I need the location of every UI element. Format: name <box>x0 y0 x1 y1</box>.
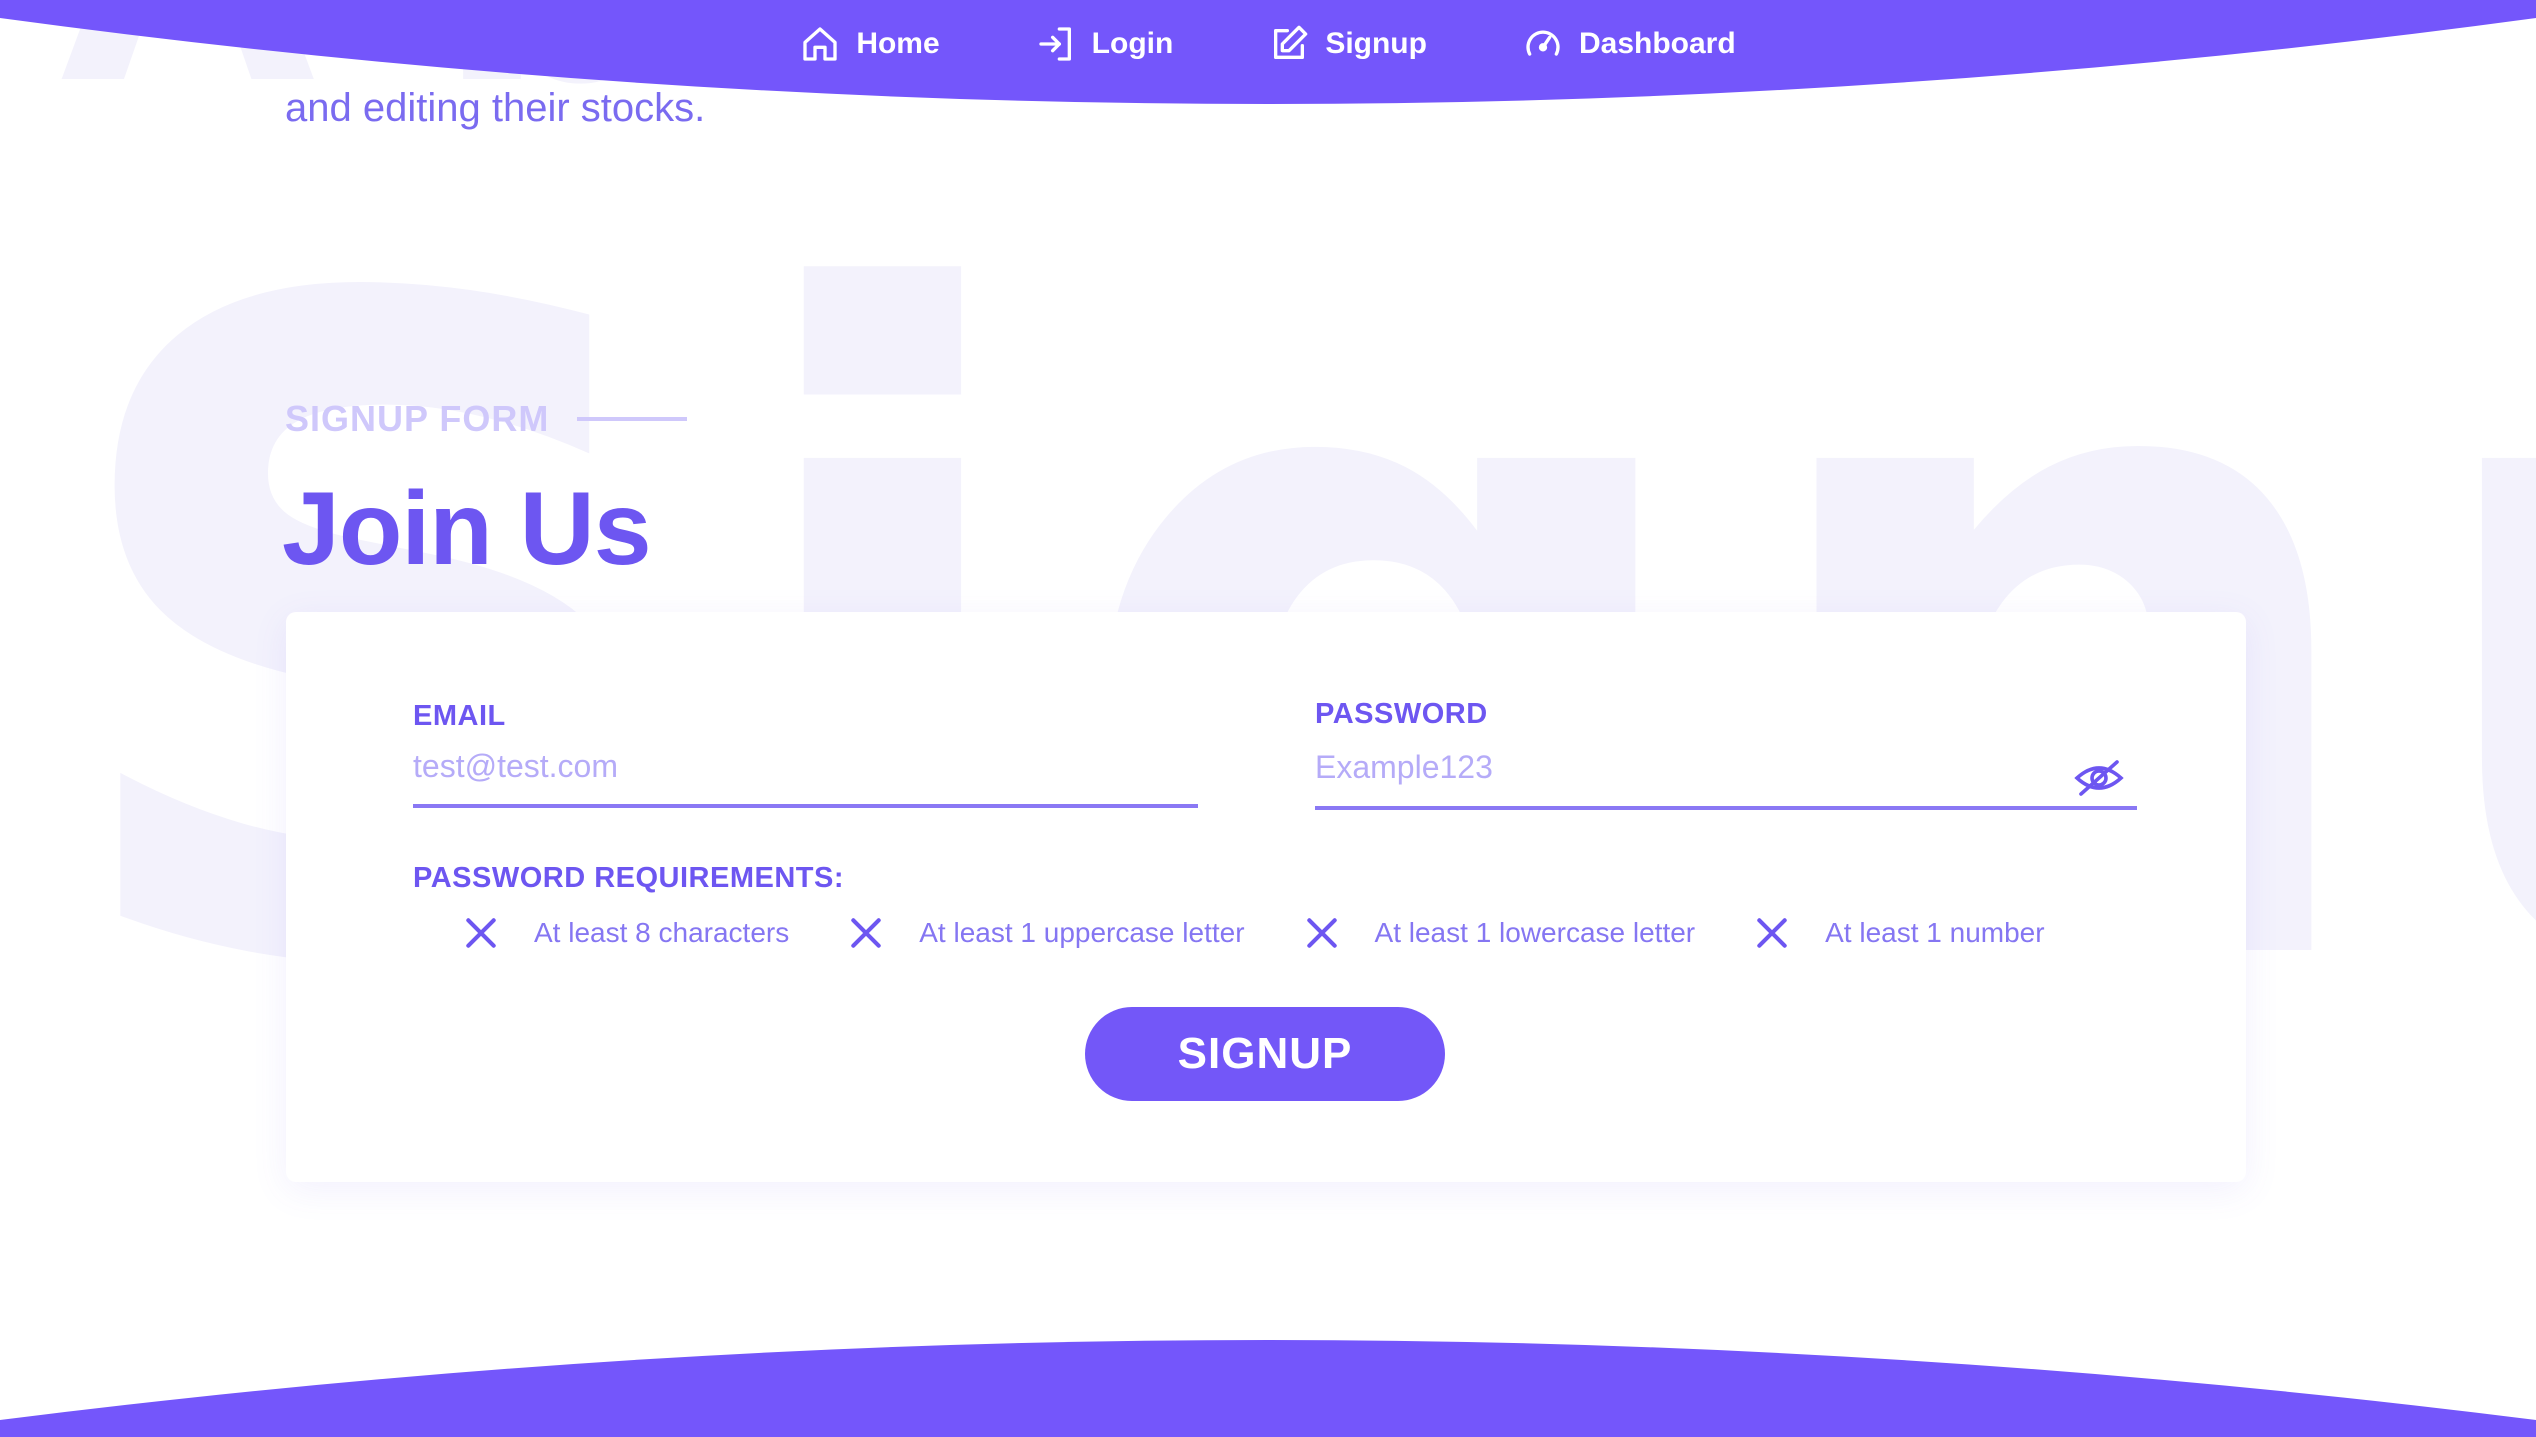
requirement-item: At least 1 lowercase letter <box>1303 914 1696 952</box>
password-requirements-list: At least 8 characters At least 1 upperca… <box>462 914 2045 952</box>
section-eyebrow: SIGNUP FORM <box>285 398 688 440</box>
signup-form-card: EMAIL PASSWORD PASSWORD REQUIREMENTS: At… <box>286 612 2246 1182</box>
intro-text: and editing their stocks. <box>285 86 706 130</box>
password-field[interactable] <box>1315 744 2137 810</box>
password-label: PASSWORD <box>1315 698 1488 730</box>
nav-item-login[interactable]: Login <box>1036 24 1174 64</box>
nav-item-home[interactable]: Home <box>800 24 940 64</box>
signup-button[interactable]: SIGNUP <box>1085 1007 1445 1101</box>
page-title: Join Us <box>282 471 652 587</box>
speedometer-icon <box>1526 30 1560 56</box>
bottom-band <box>0 1340 2536 1437</box>
eyebrow-text: SIGNUP FORM <box>285 398 550 439</box>
requirement-text: At least 1 lowercase letter <box>1374 917 1696 948</box>
email-label: EMAIL <box>413 700 506 732</box>
requirement-text: At least 8 characters <box>534 917 790 948</box>
x-icon <box>1306 918 1337 948</box>
login-icon <box>1039 27 1071 61</box>
edit-icon <box>1274 25 1308 59</box>
page: About Signup Home Login Signup <box>0 0 2536 1437</box>
requirement-text: At least 1 uppercase letter <box>919 917 1245 948</box>
eye-slash-icon[interactable] <box>2071 750 2127 806</box>
requirement-text: At least 1 number <box>1825 917 2045 948</box>
password-requirements-label: PASSWORD REQUIREMENTS: <box>413 862 844 894</box>
x-icon <box>466 918 496 948</box>
nav-item-dashboard[interactable]: Dashboard <box>1523 24 1736 64</box>
nav-item-signup[interactable]: Signup <box>1269 24 1427 64</box>
nav-item-label: Login <box>1091 27 1174 60</box>
eyebrow-divider <box>577 417 688 421</box>
nav-item-label: Dashboard <box>1578 27 1736 60</box>
home-icon <box>803 27 837 61</box>
x-icon <box>851 918 881 948</box>
nav-item-label: Home <box>856 27 940 60</box>
requirement-item: At least 1 number <box>1753 914 2045 952</box>
top-navigation: Home Login Signup Dashboard <box>0 0 2536 88</box>
requirement-item: At least 1 uppercase letter <box>847 914 1245 952</box>
email-field[interactable] <box>413 744 1198 808</box>
requirement-item: At least 8 characters <box>462 914 789 952</box>
nav-item-label: Signup <box>1325 27 1427 60</box>
x-icon <box>1757 918 1787 948</box>
